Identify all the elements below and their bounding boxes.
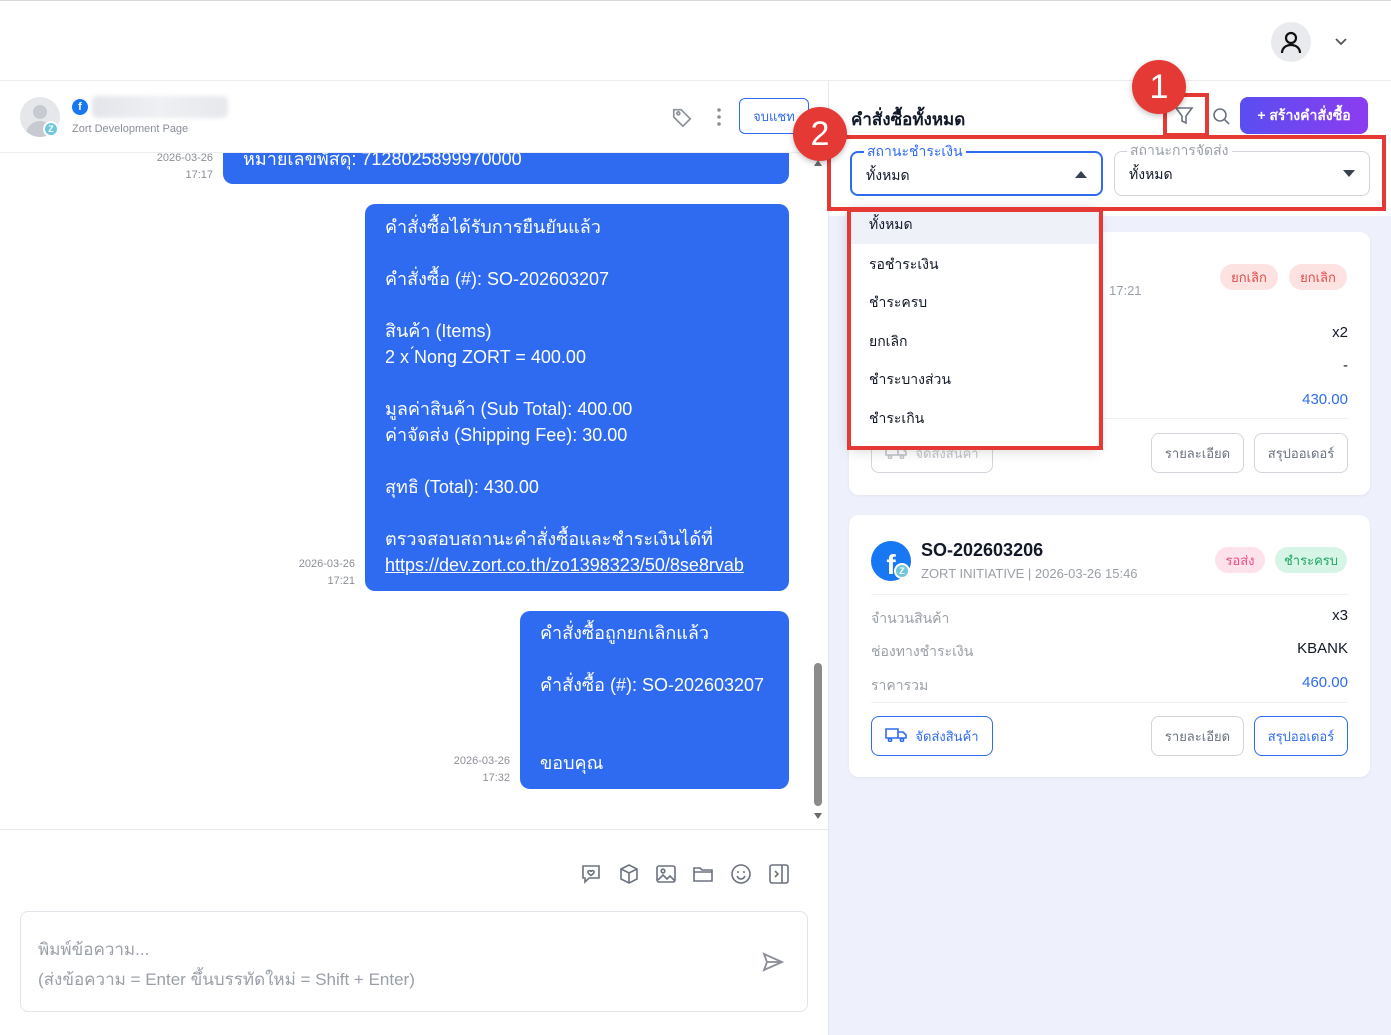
chat-panel: Z f Zort Development Page จบแชท 2026-03-…: [0, 81, 829, 1035]
message-bubble: หมายเลขพัสดุ: 7128025899970000: [223, 153, 789, 184]
order-status-link[interactable]: https://dev.zort.co.th/zo1398323/50/8se8…: [385, 555, 744, 575]
user-avatar[interactable]: [1271, 22, 1311, 62]
order-total: 460.00: [1302, 674, 1348, 691]
composer-divider: [0, 829, 828, 830]
customer-name-blurred: [92, 96, 228, 118]
zort-badge-icon: Z: [894, 563, 910, 579]
chevron-down-icon[interactable]: [1330, 31, 1352, 53]
zort-badge-icon: Z: [43, 121, 59, 137]
message-timestamp: 2026-03-26 17:17: [156, 153, 213, 181]
status-badge: ยกเลิก: [1220, 264, 1278, 290]
more-vertical-icon[interactable]: [710, 106, 728, 128]
emoji-icon[interactable]: [730, 863, 752, 885]
annotation-marker-1: 1: [1132, 60, 1186, 114]
order-time: 17:21: [1109, 283, 1142, 298]
page-name: Zort Development Page: [72, 123, 189, 135]
total-label: ราคารวม: [871, 677, 929, 693]
order-qty: x2: [1332, 324, 1348, 341]
facebook-icon: f: [72, 99, 88, 115]
create-order-button[interactable]: + สร้างคำสั่งซื้อ: [1240, 97, 1368, 134]
message-input[interactable]: พิมพ์ข้อความ... (ส่งข้อความ = Enter ขึ้น…: [20, 911, 808, 1012]
highlight-dropdown-box: [847, 208, 1103, 450]
status-badge: ชำระครบ: [1275, 547, 1347, 573]
user-icon: [1280, 31, 1302, 54]
message-input-hint: (ส่งข้อความ = Enter ขึ้นบรรทัดใหม่ = Shi…: [38, 970, 415, 989]
detail-button[interactable]: รายละเอียด: [1151, 716, 1244, 756]
message-input-placeholder: พิมพ์ข้อความ...: [38, 940, 150, 959]
tag-icon[interactable]: [671, 106, 693, 128]
quick-reply-icon[interactable]: [580, 863, 602, 885]
message-bubble: คำสั่งซื้อถูกยกเลิกแล้ว คำสั่งซื้อ (#): …: [520, 611, 789, 789]
status-badge: ยกเลิก: [1289, 264, 1347, 290]
top-bar: [0, 0, 1391, 81]
highlight-filters-box: [827, 135, 1386, 211]
order-payment: KBANK: [1297, 640, 1348, 657]
message-bubble: คำสั่งซื้อได้รับการยืนยันแล้ว คำสั่งซื้อ…: [365, 204, 789, 591]
order-number[interactable]: SO-202603206: [921, 540, 1043, 561]
detail-button[interactable]: รายละเอียด: [1151, 433, 1244, 473]
truck-icon: [885, 727, 908, 745]
chat-header: Z f Zort Development Page จบแชท: [0, 81, 828, 153]
order-summary-button[interactable]: สรุปออเดอร์: [1254, 716, 1348, 756]
order-meta: ZORT INITIATIVE | 2026-03-26 15:46: [921, 566, 1138, 581]
order-card: f Z SO-202603206 ZORT INITIATIVE | 2026-…: [849, 515, 1370, 777]
search-icon[interactable]: [1211, 106, 1231, 126]
ship-button[interactable]: จัดส่งสินค้า: [871, 716, 993, 756]
status-badge: รอส่ง: [1215, 547, 1265, 573]
order-total: 430.00: [1302, 391, 1348, 408]
annotation-marker-2: 2: [793, 107, 847, 161]
payment-label: ช่องทางชำระเงิน: [871, 643, 974, 659]
message-list[interactable]: 2026-03-26 17:17 หมายเลขพัสดุ: 7128025899…: [0, 153, 828, 829]
scroll-down-arrow-icon[interactable]: [813, 812, 823, 820]
order-payment: -: [1343, 357, 1348, 374]
sidebar-toggle-icon[interactable]: [768, 863, 790, 885]
message-timestamp: 2026-03-26 17:32: [453, 755, 510, 784]
order-summary-button[interactable]: สรุปออเดอร์: [1254, 433, 1348, 473]
message-timestamp: 2026-03-26 17:21: [298, 558, 355, 587]
product-box-icon[interactable]: [618, 863, 640, 885]
folder-icon[interactable]: [692, 863, 714, 885]
order-qty: x3: [1332, 607, 1348, 624]
image-icon[interactable]: [655, 863, 677, 885]
chat-scrollbar-thumb[interactable]: [814, 663, 822, 806]
orders-title: คำสั่งซื้อทั้งหมด: [851, 110, 966, 129]
qty-label: จำนวนสินค้า: [871, 610, 950, 626]
send-icon[interactable]: [761, 950, 785, 974]
